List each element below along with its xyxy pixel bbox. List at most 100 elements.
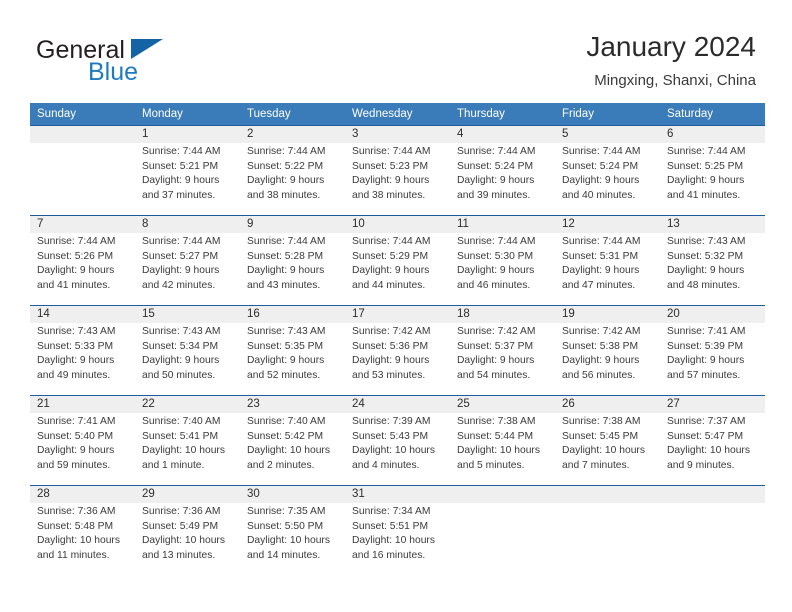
weekday-header-tuesday: Tuesday [247, 108, 291, 120]
daylight-text-line1: Daylight: 9 hours [352, 355, 430, 367]
day-cell[interactable]: 8 Sunrise: 7:44 AM Sunset: 5:27 PM Dayli… [135, 216, 240, 305]
sunrise-text: Sunrise: 7:44 AM [667, 146, 746, 157]
sunset-text: Sunset: 5:21 PM [142, 160, 219, 172]
sunset-text: Sunset: 5:26 PM [37, 250, 114, 262]
day-info: Sunrise: 7:34 AM Sunset: 5:51 PM Dayligh… [352, 505, 443, 563]
day-info: Sunrise: 7:40 AM Sunset: 5:42 PM Dayligh… [247, 415, 338, 473]
day-number: 23 [247, 398, 260, 410]
sunrise-text: Sunrise: 7:40 AM [142, 416, 221, 427]
daylight-text-line1: Daylight: 9 hours [142, 265, 220, 277]
day-cell[interactable]: 10 Sunrise: 7:44 AM Sunset: 5:29 PM Dayl… [345, 216, 450, 305]
sunset-text: Sunset: 5:32 PM [667, 250, 744, 262]
day-cell[interactable]: 18 Sunrise: 7:42 AM Sunset: 5:37 PM Dayl… [450, 306, 555, 395]
daylight-text-line2: and 38 minutes. [352, 189, 426, 201]
sunset-text: Sunset: 5:38 PM [562, 340, 639, 352]
day-number: 15 [142, 308, 155, 320]
day-cell[interactable]: 12 Sunrise: 7:44 AM Sunset: 5:31 PM Dayl… [555, 216, 660, 305]
day-cell[interactable] [450, 486, 555, 575]
day-cell[interactable]: 16 Sunrise: 7:43 AM Sunset: 5:35 PM Dayl… [240, 306, 345, 395]
day-cell[interactable]: 4 Sunrise: 7:44 AM Sunset: 5:24 PM Dayli… [450, 126, 555, 215]
daylight-text-line2: and 14 minutes. [247, 549, 321, 561]
sunset-text: Sunset: 5:48 PM [37, 520, 114, 532]
day-cell[interactable]: 20 Sunrise: 7:41 AM Sunset: 5:39 PM Dayl… [660, 306, 765, 395]
day-info: Sunrise: 7:36 AM Sunset: 5:49 PM Dayligh… [142, 505, 233, 563]
day-number: 16 [247, 308, 260, 320]
general-blue-logo[interactable]: General Blue [36, 36, 266, 92]
day-number: 2 [247, 128, 254, 140]
logo-text-blue: Blue [88, 58, 139, 86]
sunrise-text: Sunrise: 7:37 AM [667, 416, 746, 427]
sunset-text: Sunset: 5:22 PM [247, 160, 324, 172]
day-cell[interactable]: 11 Sunrise: 7:44 AM Sunset: 5:30 PM Dayl… [450, 216, 555, 305]
sunset-text: Sunset: 5:33 PM [37, 340, 114, 352]
daylight-text-line2: and 13 minutes. [142, 549, 216, 561]
daylight-text-line2: and 44 minutes. [352, 279, 426, 291]
daylight-text-line2: and 49 minutes. [37, 369, 111, 381]
sunrise-text: Sunrise: 7:38 AM [457, 416, 536, 427]
sunrise-text: Sunrise: 7:43 AM [247, 326, 326, 337]
daylight-text-line1: Daylight: 9 hours [457, 175, 535, 187]
day-cell[interactable]: 6 Sunrise: 7:44 AM Sunset: 5:25 PM Dayli… [660, 126, 765, 215]
sunrise-text: Sunrise: 7:38 AM [562, 416, 641, 427]
sunrise-text: Sunrise: 7:39 AM [352, 416, 431, 427]
day-cell[interactable] [30, 126, 135, 215]
daylight-text-line2: and 46 minutes. [457, 279, 531, 291]
day-cell[interactable]: 31 Sunrise: 7:34 AM Sunset: 5:51 PM Dayl… [345, 486, 450, 575]
sunrise-text: Sunrise: 7:44 AM [457, 146, 536, 157]
day-cell[interactable]: 14 Sunrise: 7:43 AM Sunset: 5:33 PM Dayl… [30, 306, 135, 395]
day-info: Sunrise: 7:44 AM Sunset: 5:26 PM Dayligh… [37, 235, 128, 293]
day-number: 5 [562, 128, 569, 140]
day-cell[interactable]: 24 Sunrise: 7:39 AM Sunset: 5:43 PM Dayl… [345, 396, 450, 485]
day-cell[interactable]: 9 Sunrise: 7:44 AM Sunset: 5:28 PM Dayli… [240, 216, 345, 305]
weekday-header-monday: Monday [142, 108, 183, 120]
daylight-text-line1: Daylight: 10 hours [247, 535, 330, 547]
day-cell[interactable]: 27 Sunrise: 7:37 AM Sunset: 5:47 PM Dayl… [660, 396, 765, 485]
day-cell[interactable]: 22 Sunrise: 7:40 AM Sunset: 5:41 PM Dayl… [135, 396, 240, 485]
day-cell[interactable]: 26 Sunrise: 7:38 AM Sunset: 5:45 PM Dayl… [555, 396, 660, 485]
day-cell[interactable]: 13 Sunrise: 7:43 AM Sunset: 5:32 PM Dayl… [660, 216, 765, 305]
day-cell[interactable]: 25 Sunrise: 7:38 AM Sunset: 5:44 PM Dayl… [450, 396, 555, 485]
daylight-text-line1: Daylight: 9 hours [247, 355, 325, 367]
daylight-text-line2: and 38 minutes. [247, 189, 321, 201]
day-info: Sunrise: 7:41 AM Sunset: 5:39 PM Dayligh… [667, 325, 758, 383]
sunrise-text: Sunrise: 7:44 AM [247, 146, 326, 157]
day-number: 8 [142, 218, 149, 230]
sunrise-text: Sunrise: 7:44 AM [352, 146, 431, 157]
daylight-text-line2: and 54 minutes. [457, 369, 531, 381]
day-cell[interactable]: 19 Sunrise: 7:42 AM Sunset: 5:38 PM Dayl… [555, 306, 660, 395]
sunset-text: Sunset: 5:40 PM [37, 430, 114, 442]
day-cell[interactable]: 15 Sunrise: 7:43 AM Sunset: 5:34 PM Dayl… [135, 306, 240, 395]
day-cell[interactable]: 7 Sunrise: 7:44 AM Sunset: 5:26 PM Dayli… [30, 216, 135, 305]
sunrise-text: Sunrise: 7:36 AM [142, 506, 221, 517]
day-cell[interactable]: 3 Sunrise: 7:44 AM Sunset: 5:23 PM Dayli… [345, 126, 450, 215]
day-number: 29 [142, 488, 155, 500]
sunset-text: Sunset: 5:23 PM [352, 160, 429, 172]
day-cell[interactable] [660, 486, 765, 575]
day-cell[interactable]: 30 Sunrise: 7:35 AM Sunset: 5:50 PM Dayl… [240, 486, 345, 575]
daylight-text-line1: Daylight: 9 hours [667, 355, 745, 367]
sunrise-text: Sunrise: 7:43 AM [667, 236, 746, 247]
daylight-text-line2: and 2 minutes. [247, 459, 315, 471]
day-cell[interactable]: 17 Sunrise: 7:42 AM Sunset: 5:36 PM Dayl… [345, 306, 450, 395]
day-info: Sunrise: 7:42 AM Sunset: 5:37 PM Dayligh… [457, 325, 548, 383]
daylight-text-line1: Daylight: 9 hours [667, 175, 745, 187]
day-cell[interactable]: 28 Sunrise: 7:36 AM Sunset: 5:48 PM Dayl… [30, 486, 135, 575]
day-cell[interactable]: 1 Sunrise: 7:44 AM Sunset: 5:21 PM Dayli… [135, 126, 240, 215]
daylight-text-line1: Daylight: 9 hours [37, 355, 115, 367]
sunset-text: Sunset: 5:28 PM [247, 250, 324, 262]
day-cell[interactable]: 29 Sunrise: 7:36 AM Sunset: 5:49 PM Dayl… [135, 486, 240, 575]
weekday-header-row: Sunday Monday Tuesday Wednesday Thursday… [30, 103, 765, 125]
daylight-text-line1: Daylight: 9 hours [667, 265, 745, 277]
sunrise-text: Sunrise: 7:44 AM [37, 236, 116, 247]
day-info: Sunrise: 7:44 AM Sunset: 5:28 PM Dayligh… [247, 235, 338, 293]
day-info: Sunrise: 7:42 AM Sunset: 5:36 PM Dayligh… [352, 325, 443, 383]
day-cell[interactable] [555, 486, 660, 575]
sunrise-text: Sunrise: 7:41 AM [667, 326, 746, 337]
day-cell[interactable]: 2 Sunrise: 7:44 AM Sunset: 5:22 PM Dayli… [240, 126, 345, 215]
day-cell[interactable]: 21 Sunrise: 7:41 AM Sunset: 5:40 PM Dayl… [30, 396, 135, 485]
day-cell[interactable]: 23 Sunrise: 7:40 AM Sunset: 5:42 PM Dayl… [240, 396, 345, 485]
day-number: 7 [37, 218, 44, 230]
sunrise-text: Sunrise: 7:44 AM [247, 236, 326, 247]
day-cell[interactable]: 5 Sunrise: 7:44 AM Sunset: 5:24 PM Dayli… [555, 126, 660, 215]
sunset-text: Sunset: 5:35 PM [247, 340, 324, 352]
